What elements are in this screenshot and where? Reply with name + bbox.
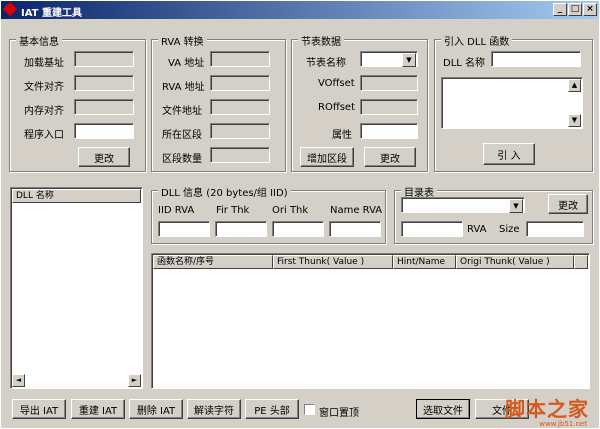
directory-size-label: Size: [499, 224, 520, 235]
minimize-button[interactable]: _: [553, 3, 567, 16]
import-dll-title: 引入 DLL 函数: [441, 33, 513, 48]
section-name-select[interactable]: ▼: [360, 51, 418, 67]
scroll-right-icon[interactable]: ►: [128, 374, 141, 387]
va-addr-field: [210, 51, 270, 67]
basic-info-title: 基本信息: [16, 33, 62, 48]
file-align-label: 文件对齐: [24, 82, 64, 93]
rva-addr-field: [210, 75, 270, 91]
directory-group: 目录表 ▼ 更改 RVA Size: [394, 184, 593, 244]
basic-info-group: 基本信息 加载基址 文件对齐 内存对齐 程序入口 更改: [9, 33, 146, 172]
file-addr-field: [210, 99, 270, 115]
col-first-thunk[interactable]: First Thunk( Value ): [273, 255, 393, 269]
roffset-field: [360, 99, 418, 115]
dll-name-input[interactable]: [491, 51, 581, 67]
voffset-field: [360, 75, 418, 91]
col-func-name[interactable]: 函数名称/序号: [153, 255, 273, 269]
file-addr-label: 文件地址: [162, 106, 202, 117]
import-dll-group: 引入 DLL 函数 DLL 名称 ▲ ▼ 引 入: [434, 33, 593, 172]
attribute-input[interactable]: [360, 123, 418, 139]
section-table-group: 节表数据 节表名称 ▼ VOffset ROffset 属性 增加区段 更改: [291, 33, 428, 172]
pe-header-button[interactable]: PE 头部: [245, 399, 299, 419]
mem-align-label: 内存对齐: [24, 106, 64, 117]
col-spacer: [574, 255, 588, 269]
dll-list-header[interactable]: DLL 名称: [12, 189, 141, 203]
section-count-label: 区段数量: [162, 154, 202, 165]
file-align-field: [74, 75, 134, 91]
load-base-field: [74, 51, 134, 67]
scroll-left-icon[interactable]: ◄: [12, 374, 25, 387]
name-rva-label: Name RVA: [330, 205, 383, 216]
dll-list[interactable]: DLL 名称 ◄ ►: [10, 187, 143, 389]
entry-point-input[interactable]: [74, 123, 134, 139]
section-count-field: [210, 147, 270, 163]
topmost-label: 窗口置顶: [319, 408, 359, 419]
directory-change-button[interactable]: 更改: [548, 194, 588, 214]
iid-rva-input[interactable]: [158, 221, 210, 237]
app-icon: [2, 1, 18, 17]
dll-info-title: DLL 信息 (20 bytes/组 IID): [158, 184, 291, 199]
rva-addr-label: RVA 地址: [162, 82, 205, 93]
export-iat-button[interactable]: 导出 IAT: [12, 399, 66, 419]
iid-rva-label: IID RVA: [158, 205, 195, 216]
topmost-checkbox[interactable]: [304, 404, 315, 415]
title-bar[interactable]: IAT 重建工具 _ □ ×: [1, 1, 599, 19]
dll-name-label: DLL 名称: [443, 58, 486, 69]
rva-convert-group: RVA 转换 VA 地址 RVA 地址 文件地址 所在区段 区段数量: [151, 33, 286, 172]
function-table[interactable]: 函数名称/序号 First Thunk( Value ) Hint/Name O…: [151, 253, 590, 389]
select-file-button[interactable]: 选取文件: [416, 399, 470, 419]
scroll-down-icon[interactable]: ▼: [568, 114, 581, 127]
scroll-up-icon[interactable]: ▲: [568, 79, 581, 92]
name-rva-input[interactable]: [329, 221, 381, 237]
ori-thk-input[interactable]: [272, 221, 324, 237]
watermark-logo: 脚本之家: [505, 397, 589, 421]
directory-size-input[interactable]: [526, 221, 584, 237]
section-field: [210, 123, 270, 139]
col-origi-thunk[interactable]: Origi Thunk( Value ): [456, 255, 574, 269]
entry-point-label: 程序入口: [24, 130, 64, 141]
roffset-label: ROffset: [318, 102, 355, 113]
col-hint-name[interactable]: Hint/Name: [393, 255, 456, 269]
va-addr-label: VA 地址: [168, 58, 205, 69]
chevron-down-icon[interactable]: ▼: [402, 53, 416, 67]
section-name-label: 节表名称: [306, 58, 346, 69]
attribute-label: 属性: [332, 130, 352, 141]
rebuild-iat-button[interactable]: 重建 IAT: [71, 399, 125, 419]
import-button[interactable]: 引 入: [483, 143, 535, 165]
add-section-button[interactable]: 增加区段: [300, 147, 354, 167]
mem-align-field: [74, 99, 134, 115]
delete-iat-button[interactable]: 删除 IAT: [129, 399, 183, 419]
close-button[interactable]: ×: [583, 3, 597, 16]
directory-rva-input[interactable]: [401, 221, 463, 237]
decode-string-button[interactable]: 解读字符: [187, 399, 241, 419]
watermark-url: www.jb51.net: [539, 420, 587, 428]
main-window: IAT 重建工具 _ □ × 基本信息 加载基址 文件对齐 内存对齐 程序入口 …: [0, 0, 600, 429]
maximize-button[interactable]: □: [568, 3, 582, 16]
directory-rva-label: RVA: [467, 224, 487, 235]
load-base-label: 加载基址: [24, 58, 64, 69]
directory-select[interactable]: ▼: [401, 197, 525, 213]
chevron-down-icon[interactable]: ▼: [509, 199, 523, 213]
basic-change-button[interactable]: 更改: [78, 147, 130, 167]
dll-info-group: DLL 信息 (20 bytes/组 IID) IID RVA Fir Thk …: [151, 184, 386, 244]
fir-thk-label: Fir Thk: [216, 205, 250, 216]
ori-thk-label: Ori Thk: [272, 205, 309, 216]
window-title: IAT 重建工具: [21, 8, 82, 19]
import-func-list[interactable]: ▲ ▼: [441, 77, 583, 129]
rva-convert-title: RVA 转换: [158, 33, 207, 48]
fir-thk-input[interactable]: [215, 221, 267, 237]
section-change-button[interactable]: 更改: [364, 147, 416, 167]
section-table-title: 节表数据: [298, 33, 344, 48]
section-label: 所在区段: [162, 130, 202, 141]
voffset-label: VOffset: [318, 78, 355, 89]
